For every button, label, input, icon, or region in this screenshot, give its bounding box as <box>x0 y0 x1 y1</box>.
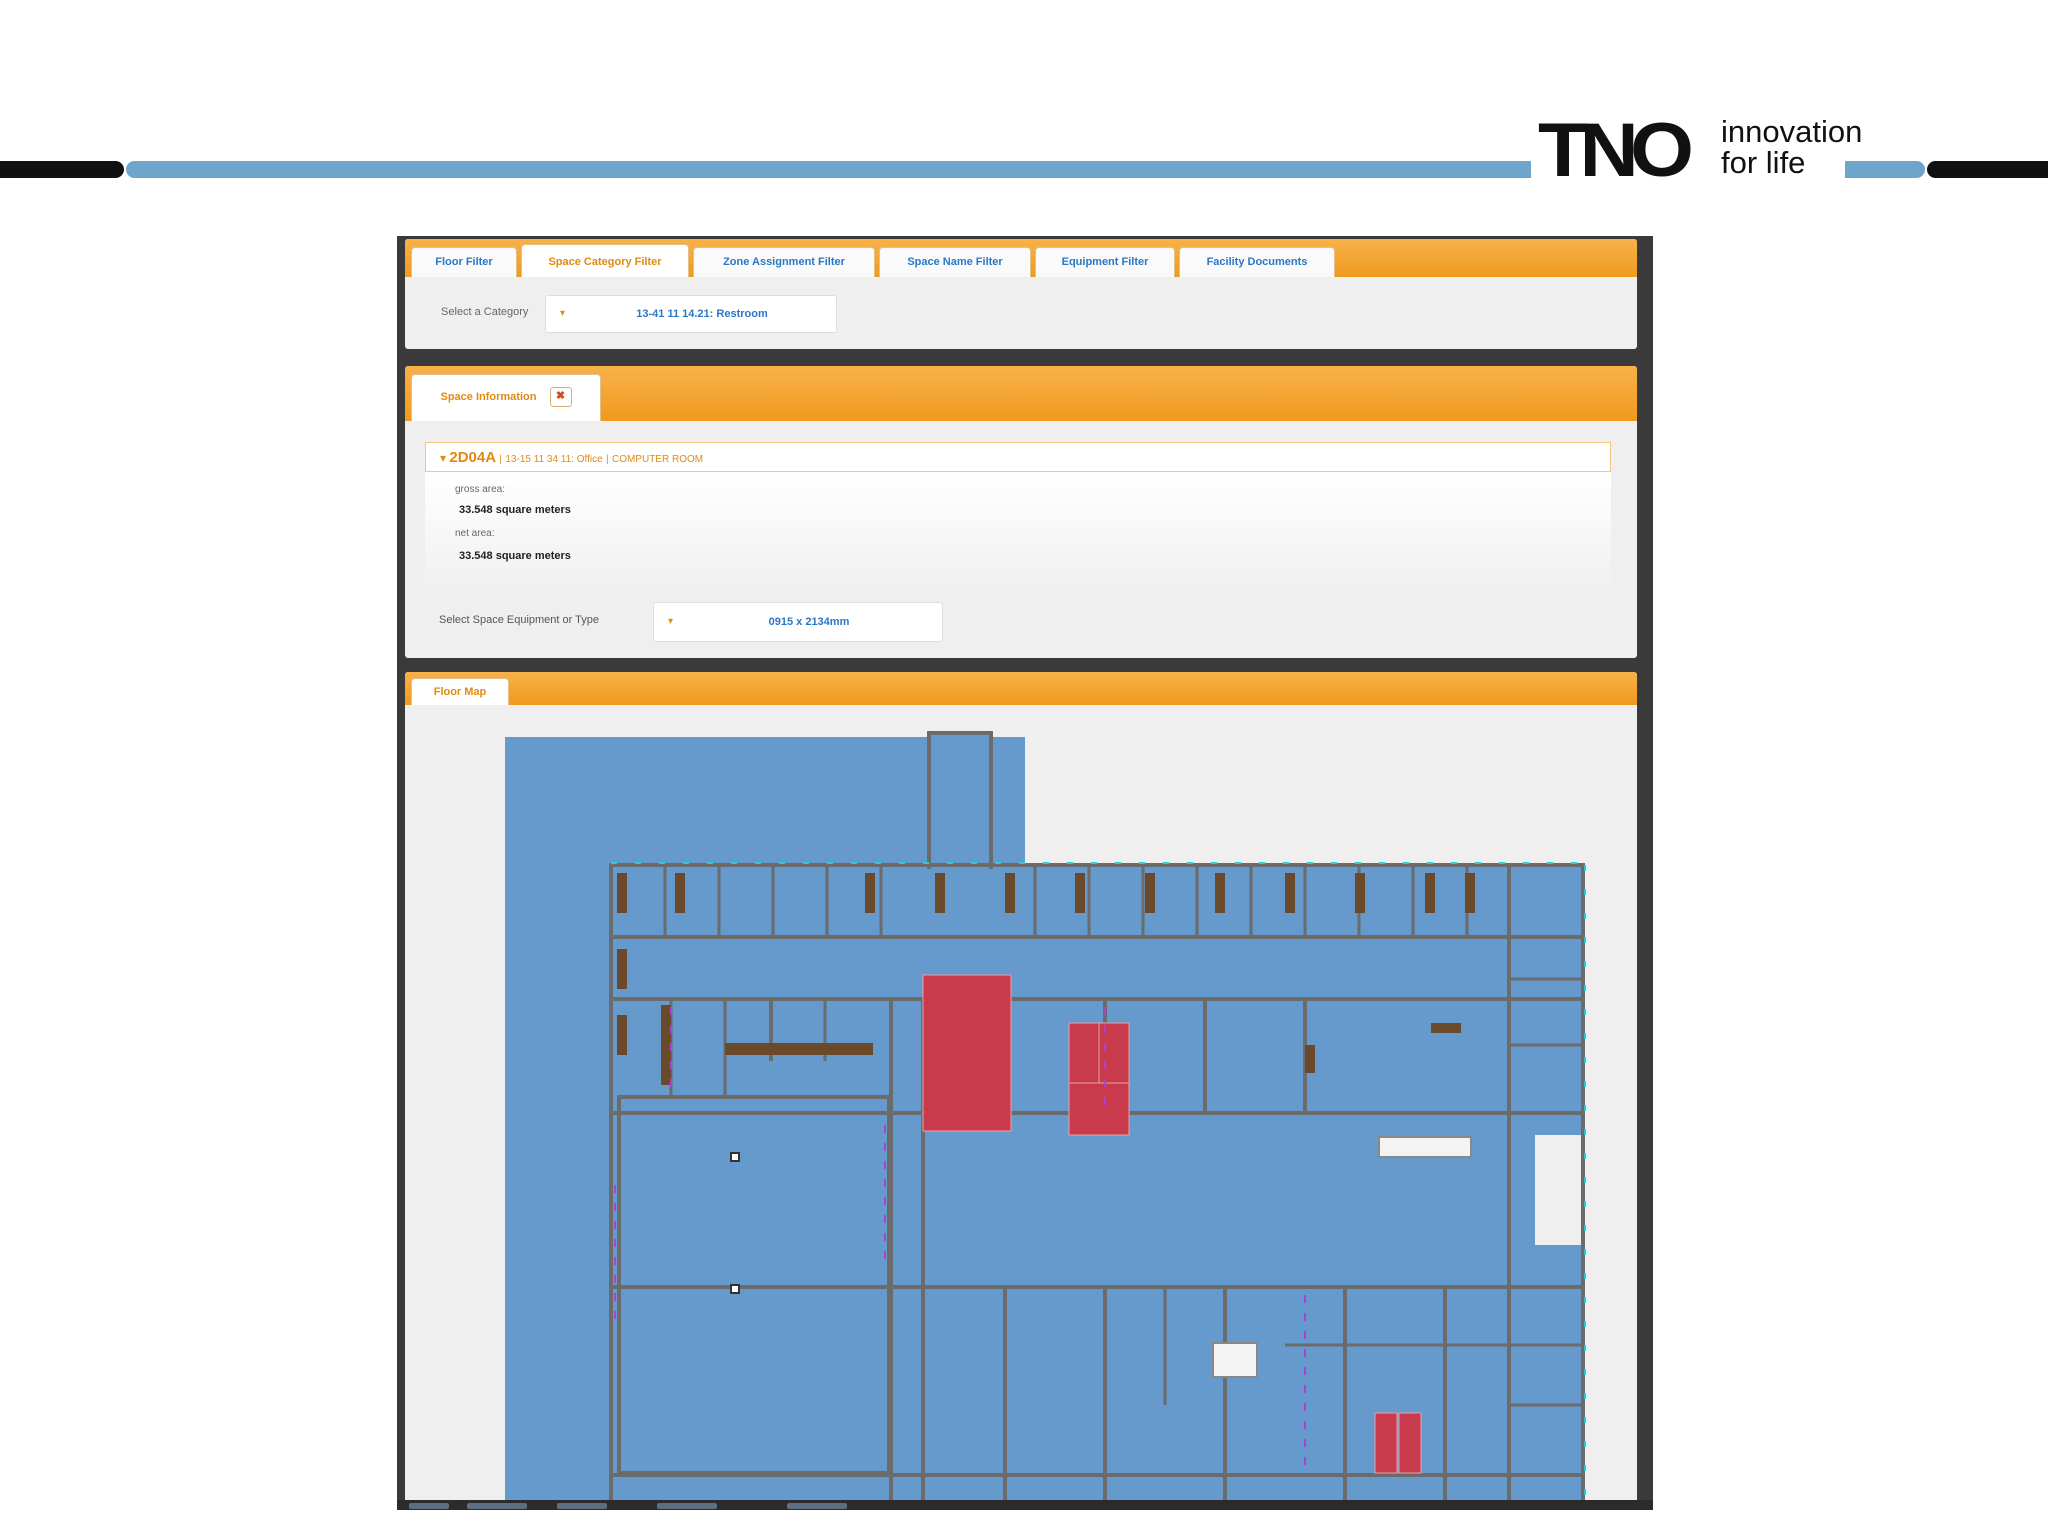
taskbar-item[interactable] <box>657 1503 717 1509</box>
net-area-label: net area: <box>455 528 495 539</box>
tno-logo-mark: TNO <box>1538 108 1694 193</box>
chevron-down-icon: ▾ <box>560 308 566 319</box>
taskbar-item[interactable] <box>409 1503 449 1509</box>
map-furniture <box>1305 1045 1315 1073</box>
map-opening <box>1212 1342 1258 1378</box>
map-area-main[interactable] <box>611 865 1583 1502</box>
map-furniture <box>865 873 875 913</box>
floor-map-tabbar: Floor Map <box>405 672 1637 705</box>
floor-plan[interactable] <box>405 705 1637 1502</box>
gross-area-label: gross area: <box>455 484 506 495</box>
map-furniture <box>1145 873 1155 913</box>
space-info-tabbar: Space Information ✖ <box>405 366 1637 421</box>
map-notch <box>1535 1135 1583 1245</box>
space-name: COMPUTER ROOM <box>611 454 704 465</box>
map-furniture <box>1355 873 1365 913</box>
app-screenshot: Floor Filter Space Category Filter Zone … <box>397 236 1653 1510</box>
restroom-highlight[interactable] <box>922 974 1012 1132</box>
space-separator-1: | <box>499 454 503 465</box>
gross-area-value: 33.548 square meters <box>459 504 571 516</box>
equipment-value: 0915 x 2134mm <box>768 616 850 628</box>
map-furniture <box>725 1043 873 1055</box>
map-furniture <box>617 949 627 989</box>
category-value: 13-41 11 14.21: Restroom <box>636 308 768 320</box>
space-information-panel: Space Information ✖ ▾ 2D04A | 13-15 11 3… <box>405 366 1637 658</box>
equipment-label: Select Space Equipment or Type <box>439 614 600 626</box>
restroom-highlight[interactable] <box>1398 1412 1422 1474</box>
category-dropdown[interactable]: ▾ 13-41 11 14.21: Restroom <box>545 295 837 333</box>
map-furniture <box>617 1015 627 1055</box>
taskbar-item[interactable] <box>787 1503 847 1509</box>
tab-space-category-filter[interactable]: Space Category Filter <box>521 244 689 277</box>
map-furniture <box>617 873 627 913</box>
tab-zone-assignment-filter[interactable]: Zone Assignment Filter <box>693 247 875 277</box>
restroom-highlight[interactable] <box>1068 1022 1100 1084</box>
tab-facility-documents[interactable]: Facility Documents <box>1179 247 1335 277</box>
map-furniture <box>675 873 685 913</box>
map-stair-shaft[interactable] <box>929 733 991 873</box>
map-furniture <box>1215 873 1225 913</box>
filter-panel: Floor Filter Space Category Filter Zone … <box>405 239 1637 349</box>
tagline-line-1: innovation <box>1721 114 1863 149</box>
map-column <box>730 1152 740 1162</box>
map-furniture <box>1075 873 1085 913</box>
space-header-text: ▾ 2D04A | 13-15 11 34 11: Office | COMPU… <box>440 443 703 475</box>
tab-floor-map[interactable]: Floor Map <box>411 678 509 705</box>
header-band-main <box>126 161 1531 178</box>
filter-tabbar: Floor Filter Space Category Filter Zone … <box>405 239 1637 277</box>
tab-floor-filter[interactable]: Floor Filter <box>411 247 517 277</box>
tab-space-information[interactable]: Space Information ✖ <box>411 374 601 421</box>
header-band-right <box>1927 161 2048 178</box>
space-header[interactable]: ▾ 2D04A | 13-15 11 34 11: Office | COMPU… <box>425 442 1611 472</box>
tab-space-name-filter[interactable]: Space Name Filter <box>879 247 1031 277</box>
restroom-highlight[interactable] <box>1374 1412 1398 1474</box>
map-furniture <box>1425 873 1435 913</box>
floor-map-canvas[interactable] <box>405 705 1637 1502</box>
map-furniture <box>1005 873 1015 913</box>
space-category: 13-15 11 34 11: Office <box>505 454 603 465</box>
tno-logo: TNO innovation for life <box>1536 108 1862 193</box>
restroom-highlight[interactable] <box>1068 1082 1130 1136</box>
chevron-down-icon: ▾ <box>668 616 674 627</box>
tab-space-information-label: Space Information <box>440 391 537 403</box>
equipment-dropdown[interactable]: ▾ 0915 x 2134mm <box>653 602 943 642</box>
tno-tagline: innovation for life <box>1721 116 1862 178</box>
header-band-left <box>0 161 124 178</box>
net-area-value: 33.548 square meters <box>459 550 571 562</box>
category-label: Select a Category <box>441 306 529 318</box>
taskbar-item[interactable] <box>557 1503 607 1509</box>
map-column <box>730 1284 740 1294</box>
space-attributes: gross area: 33.548 square meters net are… <box>425 472 1611 590</box>
map-furniture <box>661 1005 671 1085</box>
tagline-line-2: for life <box>1721 145 1806 180</box>
space-id: 2D04A <box>449 449 497 466</box>
space-separator-2: | <box>606 454 609 465</box>
tab-equipment-filter[interactable]: Equipment Filter <box>1035 247 1175 277</box>
map-furniture <box>1431 1023 1461 1033</box>
expand-chevron-icon: ▾ <box>440 451 447 465</box>
os-taskbar <box>397 1500 1653 1510</box>
taskbar-item[interactable] <box>467 1503 527 1509</box>
floor-map-panel: Floor Map <box>405 672 1637 1502</box>
close-icon[interactable]: ✖ <box>549 387 572 408</box>
map-furniture <box>935 873 945 913</box>
map-opening <box>1378 1136 1472 1158</box>
map-furniture <box>1285 873 1295 913</box>
restroom-highlight[interactable] <box>1098 1022 1130 1084</box>
map-furniture <box>1465 873 1475 913</box>
